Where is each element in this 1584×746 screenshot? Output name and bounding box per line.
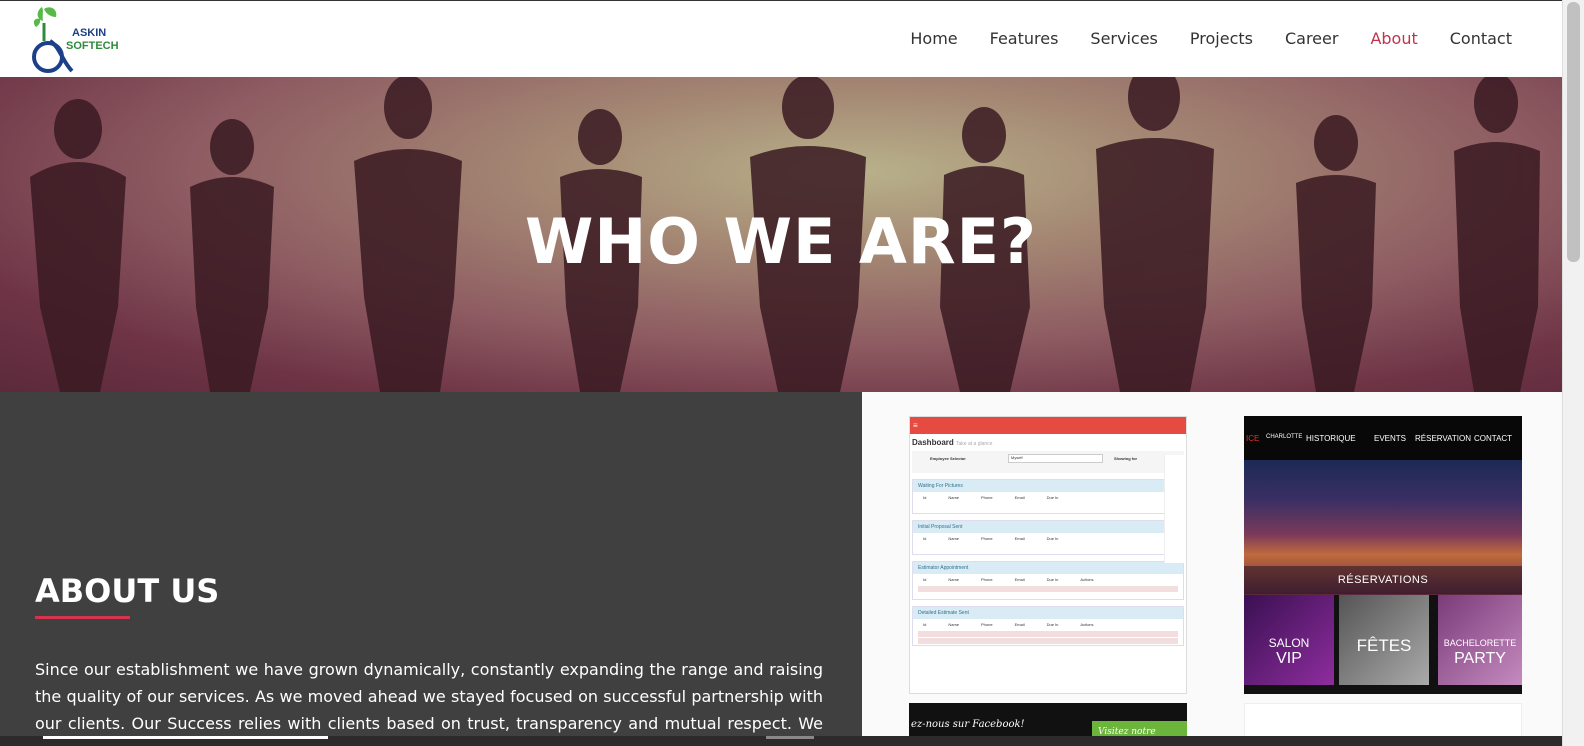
nightclub-project-thumbnail[interactable]: ICE CHARLOTTE HISTORIQUE EVENTS RÉSERVAT… xyxy=(1244,416,1522,694)
panel-detailed-estimate: Detailed Estimate Sent Id Name Phone Email D… xyxy=(912,606,1184,646)
dashboard-project-thumbnail[interactable]: ≡ Dashboard Take at a glance Employee Se… xyxy=(909,416,1187,694)
logo-text-askin: ASKIN xyxy=(72,27,107,39)
menu-icon: ≡ xyxy=(910,417,1186,434)
nav-projects[interactable]: Projects xyxy=(1190,29,1253,48)
employee-selector-row: Employee Selector Myself Showing for xyxy=(912,451,1184,473)
panel-waiting-pictures: Waiting For Pictures Id Name Phone Email Due… xyxy=(912,479,1184,514)
nav-career[interactable]: Career xyxy=(1285,29,1338,48)
nav-contact[interactable]: Contact xyxy=(1450,29,1512,48)
scrollbar-thumb[interactable] xyxy=(1567,2,1580,262)
hero-title: WHO WE ARE? xyxy=(525,205,1037,278)
page-scrollbar[interactable] xyxy=(1562,0,1584,746)
about-title-underline xyxy=(35,616,130,619)
club-reservations-banner: RÉSERVATIONS xyxy=(1244,566,1522,594)
askin-softech-logo[interactable]: ASKIN SOFTECH xyxy=(30,5,120,75)
nav-services[interactable]: Services xyxy=(1090,29,1157,48)
bottom-strip-gray xyxy=(766,736,814,739)
nav-features[interactable]: Features xyxy=(990,29,1059,48)
site-header: ASKIN SOFTECH Home Features Services Pro… xyxy=(0,0,1562,77)
about-section: ABOUT US Since our establishment we have… xyxy=(0,392,862,746)
club-tile-bachelorette: BACHELORETTE PARTY xyxy=(1438,595,1522,685)
club-site-nav: ICE CHARLOTTE HISTORIQUE EVENTS RÉSERVAT… xyxy=(1244,416,1522,460)
facebook-text: ez-nous sur Facebook! xyxy=(911,719,1025,730)
logo-text-softech: SOFTECH xyxy=(66,40,119,52)
calendar-widget xyxy=(1164,455,1186,563)
dashboard-title: Dashboard Take at a glance xyxy=(912,438,993,447)
nav-home[interactable]: Home xyxy=(910,29,957,48)
hero-banner: WHO WE ARE? xyxy=(0,77,1562,392)
bottom-strip-white xyxy=(43,736,328,739)
club-tile-salon-vip: SALON VIP xyxy=(1244,595,1334,685)
about-paragraph: Since our establishment we have grown dy… xyxy=(35,660,823,746)
panel-estimator-appointment: Estimator Appointment Id Name Phone Email Du… xyxy=(912,561,1184,600)
bottom-strip xyxy=(0,736,1562,746)
nav-about[interactable]: About xyxy=(1370,29,1417,48)
main-nav: Home Features Services Projects Career A… xyxy=(910,29,1512,48)
about-title: ABOUT US xyxy=(35,572,220,610)
club-tile-fetes: FÊTES xyxy=(1339,595,1429,685)
panel-initial-proposal: Initial Proposal Sent Id Name Phone Email Du… xyxy=(912,520,1184,555)
